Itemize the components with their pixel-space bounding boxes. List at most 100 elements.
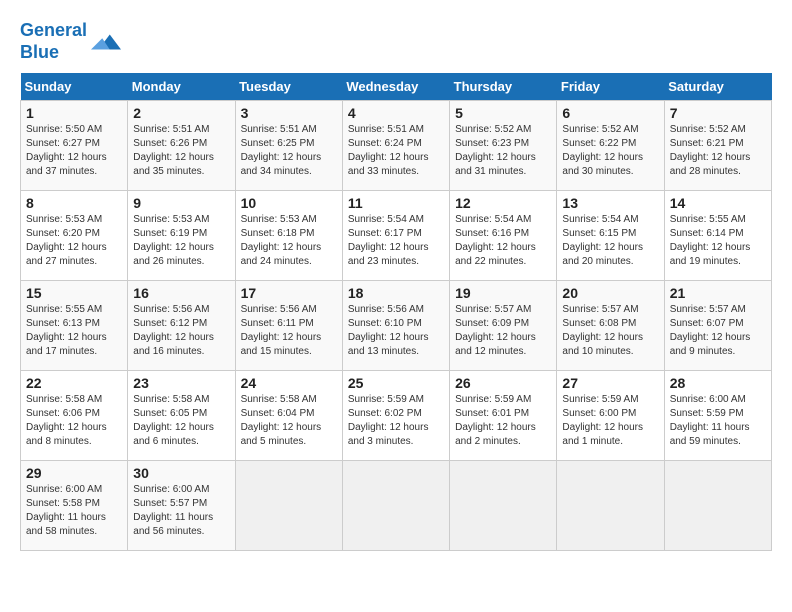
- day-number: 12: [455, 195, 551, 211]
- day-info: Sunrise: 5:52 AM Sunset: 6:22 PM Dayligh…: [562, 123, 658, 179]
- day-number: 22: [26, 375, 122, 391]
- calendar-week-row: 1 Sunrise: 5:50 AM Sunset: 6:27 PM Daylig…: [21, 101, 772, 191]
- day-number: 14: [670, 195, 766, 211]
- day-number: 25: [348, 375, 444, 391]
- day-info: Sunrise: 5:57 AM Sunset: 6:09 PM Dayligh…: [455, 303, 551, 359]
- day-info: Sunrise: 5:58 AM Sunset: 6:06 PM Dayligh…: [26, 393, 122, 449]
- weekday-header: Monday: [128, 73, 235, 101]
- day-number: 6: [562, 105, 658, 121]
- day-info: Sunrise: 5:58 AM Sunset: 6:05 PM Dayligh…: [133, 393, 229, 449]
- calendar-cell: 9 Sunrise: 5:53 AM Sunset: 6:19 PM Daylig…: [128, 191, 235, 281]
- calendar-week-row: 22 Sunrise: 5:58 AM Sunset: 6:06 PM Dayli…: [21, 371, 772, 461]
- day-info: Sunrise: 5:57 AM Sunset: 6:07 PM Dayligh…: [670, 303, 766, 359]
- day-number: 28: [670, 375, 766, 391]
- day-number: 16: [133, 285, 229, 301]
- calendar-cell: 3 Sunrise: 5:51 AM Sunset: 6:25 PM Daylig…: [235, 101, 342, 191]
- day-number: 3: [241, 105, 337, 121]
- calendar-cell: 18 Sunrise: 5:56 AM Sunset: 6:10 PM Dayli…: [342, 281, 449, 371]
- weekday-header: Tuesday: [235, 73, 342, 101]
- logo: General Blue: [20, 20, 121, 63]
- calendar-table: SundayMondayTuesdayWednesdayThursdayFrid…: [20, 73, 772, 551]
- calendar-cell: 10 Sunrise: 5:53 AM Sunset: 6:18 PM Dayli…: [235, 191, 342, 281]
- calendar-cell: [557, 461, 664, 551]
- calendar-cell: 28 Sunrise: 6:00 AM Sunset: 5:59 PM Dayli…: [664, 371, 771, 461]
- calendar-cell: 27 Sunrise: 5:59 AM Sunset: 6:00 PM Dayli…: [557, 371, 664, 461]
- day-info: Sunrise: 5:56 AM Sunset: 6:10 PM Dayligh…: [348, 303, 444, 359]
- calendar-cell: 11Sunrise: 5:54 AM Sunset: 6:17 PM Dayli…: [342, 191, 449, 281]
- day-number: 8: [26, 195, 122, 211]
- calendar-cell: 15 Sunrise: 5:55 AM Sunset: 6:13 PM Dayli…: [21, 281, 128, 371]
- day-number: 21: [670, 285, 766, 301]
- calendar-cell: 19Sunrise: 5:57 AM Sunset: 6:09 PM Dayli…: [450, 281, 557, 371]
- day-info: Sunrise: 5:56 AM Sunset: 6:12 PM Dayligh…: [133, 303, 229, 359]
- logo-blue2: Blue: [20, 42, 59, 62]
- day-info: Sunrise: 5:54 AM Sunset: 6:16 PM Dayligh…: [455, 213, 551, 269]
- calendar-week-row: 29Sunrise: 6:00 AM Sunset: 5:58 PM Dayli…: [21, 461, 772, 551]
- weekday-header: Sunday: [21, 73, 128, 101]
- day-number: 24: [241, 375, 337, 391]
- page-header: General Blue: [20, 20, 772, 63]
- day-info: Sunrise: 6:00 AM Sunset: 5:59 PM Dayligh…: [670, 393, 766, 449]
- day-info: Sunrise: 5:53 AM Sunset: 6:20 PM Dayligh…: [26, 213, 122, 269]
- day-number: 9: [133, 195, 229, 211]
- day-info: Sunrise: 5:59 AM Sunset: 6:01 PM Dayligh…: [455, 393, 551, 449]
- day-info: Sunrise: 5:59 AM Sunset: 6:00 PM Dayligh…: [562, 393, 658, 449]
- day-number: 11: [348, 195, 444, 211]
- day-info: Sunrise: 5:53 AM Sunset: 6:19 PM Dayligh…: [133, 213, 229, 269]
- calendar-cell: 17 Sunrise: 5:56 AM Sunset: 6:11 PM Dayli…: [235, 281, 342, 371]
- day-info: Sunrise: 5:52 AM Sunset: 6:21 PM Dayligh…: [670, 123, 766, 179]
- day-number: 4: [348, 105, 444, 121]
- logo-blue: General: [20, 20, 87, 40]
- day-number: 29: [26, 465, 122, 481]
- day-number: 1: [26, 105, 122, 121]
- calendar-cell: 26 Sunrise: 5:59 AM Sunset: 6:01 PM Dayli…: [450, 371, 557, 461]
- calendar-cell: 23 Sunrise: 5:58 AM Sunset: 6:05 PM Dayli…: [128, 371, 235, 461]
- calendar-cell: 2Sunrise: 5:51 AM Sunset: 6:26 PM Daylig…: [128, 101, 235, 191]
- day-info: Sunrise: 5:54 AM Sunset: 6:15 PM Dayligh…: [562, 213, 658, 269]
- weekday-header: Wednesday: [342, 73, 449, 101]
- calendar-cell: 30Sunrise: 6:00 AM Sunset: 5:57 PM Dayli…: [128, 461, 235, 551]
- day-number: 26: [455, 375, 551, 391]
- day-info: Sunrise: 5:58 AM Sunset: 6:04 PM Dayligh…: [241, 393, 337, 449]
- day-info: Sunrise: 5:55 AM Sunset: 6:13 PM Dayligh…: [26, 303, 122, 359]
- calendar-cell: 24 Sunrise: 5:58 AM Sunset: 6:04 PM Dayli…: [235, 371, 342, 461]
- weekday-header: Saturday: [664, 73, 771, 101]
- day-info: Sunrise: 6:00 AM Sunset: 5:57 PM Dayligh…: [133, 483, 229, 539]
- calendar-cell: 22 Sunrise: 5:58 AM Sunset: 6:06 PM Dayli…: [21, 371, 128, 461]
- day-info: Sunrise: 5:56 AM Sunset: 6:11 PM Dayligh…: [241, 303, 337, 359]
- day-info: Sunrise: 5:51 AM Sunset: 6:24 PM Dayligh…: [348, 123, 444, 179]
- calendar-cell: 12 Sunrise: 5:54 AM Sunset: 6:16 PM Dayli…: [450, 191, 557, 281]
- day-info: Sunrise: 5:50 AM Sunset: 6:27 PM Dayligh…: [26, 123, 122, 179]
- day-number: 27: [562, 375, 658, 391]
- day-number: 23: [133, 375, 229, 391]
- calendar-cell: 20Sunrise: 5:57 AM Sunset: 6:08 PM Dayli…: [557, 281, 664, 371]
- day-info: Sunrise: 5:52 AM Sunset: 6:23 PM Dayligh…: [455, 123, 551, 179]
- day-number: 5: [455, 105, 551, 121]
- logo-icon: [91, 27, 121, 57]
- day-number: 17: [241, 285, 337, 301]
- weekday-header: Thursday: [450, 73, 557, 101]
- calendar-cell: 6 Sunrise: 5:52 AM Sunset: 6:22 PM Daylig…: [557, 101, 664, 191]
- calendar-cell: [235, 461, 342, 551]
- day-number: 15: [26, 285, 122, 301]
- calendar-cell: 4 Sunrise: 5:51 AM Sunset: 6:24 PM Daylig…: [342, 101, 449, 191]
- calendar-cell: 21 Sunrise: 5:57 AM Sunset: 6:07 PM Dayli…: [664, 281, 771, 371]
- day-info: Sunrise: 5:57 AM Sunset: 6:08 PM Dayligh…: [562, 303, 658, 359]
- calendar-cell: 1 Sunrise: 5:50 AM Sunset: 6:27 PM Daylig…: [21, 101, 128, 191]
- day-number: 7: [670, 105, 766, 121]
- calendar-cell: [450, 461, 557, 551]
- calendar-cell: 7 Sunrise: 5:52 AM Sunset: 6:21 PM Daylig…: [664, 101, 771, 191]
- day-info: Sunrise: 5:53 AM Sunset: 6:18 PM Dayligh…: [241, 213, 337, 269]
- calendar-cell: 8 Sunrise: 5:53 AM Sunset: 6:20 PM Daylig…: [21, 191, 128, 281]
- day-number: 10: [241, 195, 337, 211]
- day-info: Sunrise: 5:51 AM Sunset: 6:26 PM Dayligh…: [133, 123, 229, 179]
- calendar-cell: 13Sunrise: 5:54 AM Sunset: 6:15 PM Dayli…: [557, 191, 664, 281]
- calendar-cell: 25Sunrise: 5:59 AM Sunset: 6:02 PM Dayli…: [342, 371, 449, 461]
- calendar-week-row: 15 Sunrise: 5:55 AM Sunset: 6:13 PM Dayli…: [21, 281, 772, 371]
- day-info: Sunrise: 5:51 AM Sunset: 6:25 PM Dayligh…: [241, 123, 337, 179]
- weekday-header-row: SundayMondayTuesdayWednesdayThursdayFrid…: [21, 73, 772, 101]
- day-number: 18: [348, 285, 444, 301]
- weekday-header: Friday: [557, 73, 664, 101]
- day-info: Sunrise: 5:55 AM Sunset: 6:14 PM Dayligh…: [670, 213, 766, 269]
- calendar-cell: 14 Sunrise: 5:55 AM Sunset: 6:14 PM Dayli…: [664, 191, 771, 281]
